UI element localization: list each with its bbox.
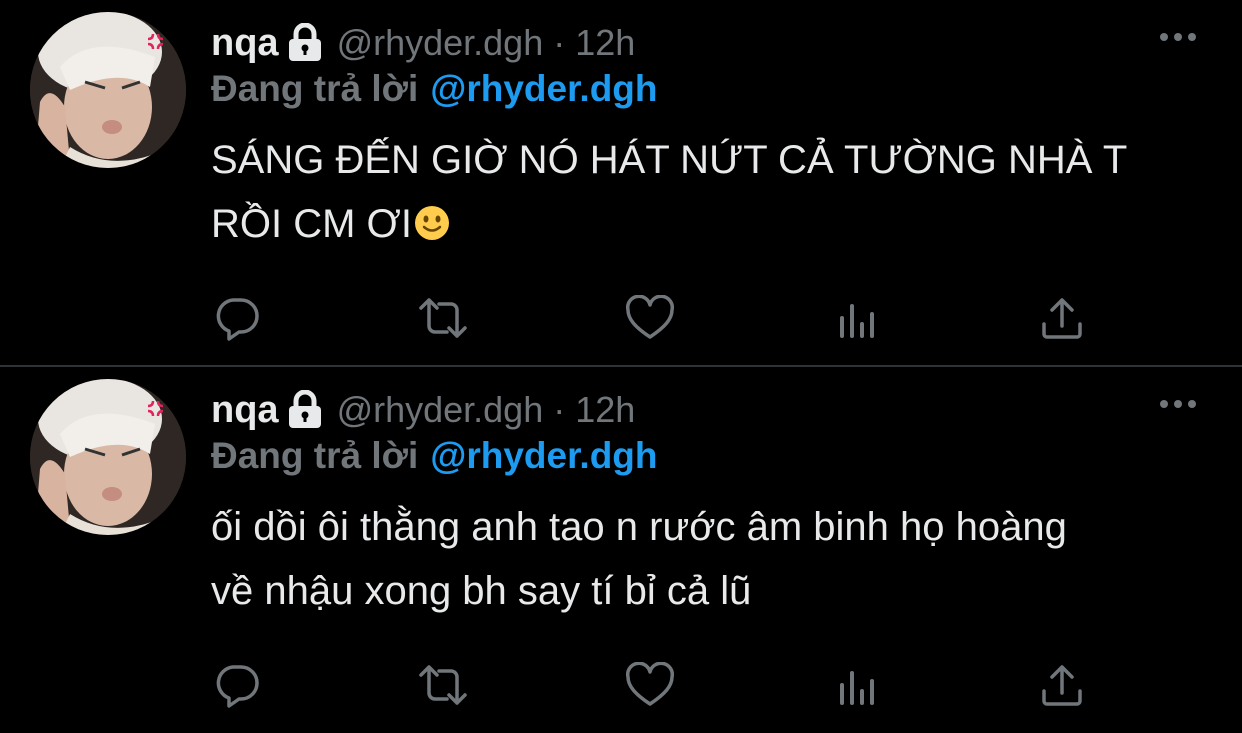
retweet-icon[interactable] <box>417 659 469 711</box>
replying-to-label: Đang trả lời <box>211 68 419 109</box>
retweet-icon[interactable] <box>417 292 469 344</box>
lock-icon <box>287 22 323 63</box>
replying-to-handle[interactable]: @rhyder.dgh <box>430 68 657 109</box>
tweet[interactable]: nqa @rhyder.dgh · 12h Đang trả lời @rhyde… <box>0 367 1242 733</box>
views-icon[interactable] <box>830 292 882 344</box>
slightly-smiling-face-icon <box>414 196 450 240</box>
more-options-icon[interactable] <box>1158 30 1198 44</box>
separator-dot: · <box>553 22 566 63</box>
share-icon[interactable] <box>1036 292 1088 344</box>
separator-dot: · <box>553 389 566 430</box>
user-handle[interactable]: @rhyder.dgh <box>337 22 544 64</box>
tweet-text-line: về nhậu xong bh say tí bỉ cả lũ <box>211 569 752 613</box>
share-icon[interactable] <box>1036 659 1088 711</box>
views-icon[interactable] <box>830 659 882 711</box>
tweet[interactable]: nqa @rhyder.dgh · 12h Đang trả lời @rhyde… <box>0 0 1242 366</box>
display-name[interactable]: nqa <box>211 389 279 432</box>
timestamp[interactable]: 12h <box>575 22 635 64</box>
tweet-text: SÁNG ĐẾN GIỜ NÓ HÁT NỨT CẢ TƯỜNG NHÀ T R… <box>211 128 1201 256</box>
tweet-header: nqa @rhyder.dgh · 12h <box>211 18 635 68</box>
tweet-text-line: SÁNG ĐẾN GIỜ NÓ HÁT NỨT CẢ TƯỜNG NHÀ T <box>211 138 1128 182</box>
like-icon[interactable] <box>624 659 676 711</box>
tweet-text-line: RỒI CM ƠI <box>211 202 412 246</box>
timestamp[interactable]: 12h <box>575 389 635 431</box>
replying-to: Đang trả lời @rhyder.dgh <box>211 435 658 477</box>
display-name[interactable]: nqa <box>211 22 279 65</box>
lock-icon <box>287 389 323 430</box>
user-handle[interactable]: @rhyder.dgh <box>337 389 544 431</box>
tweet-text-line: ối dồi ôi thằng anh tao n rước âm binh h… <box>211 505 1067 549</box>
reply-icon[interactable] <box>211 292 263 344</box>
replying-to: Đang trả lời @rhyder.dgh <box>211 68 658 110</box>
more-options-icon[interactable] <box>1158 397 1198 411</box>
like-icon[interactable] <box>624 292 676 344</box>
action-bar <box>0 659 1242 715</box>
reply-icon[interactable] <box>211 659 263 711</box>
avatar[interactable] <box>30 379 186 535</box>
tweet-header: nqa @rhyder.dgh · 12h <box>211 385 635 435</box>
avatar[interactable] <box>30 12 186 168</box>
replying-to-label: Đang trả lời <box>211 435 419 476</box>
tweet-text: ối dồi ôi thằng anh tao n rước âm binh h… <box>211 495 1201 623</box>
action-bar <box>0 292 1242 348</box>
replying-to-handle[interactable]: @rhyder.dgh <box>430 435 657 476</box>
